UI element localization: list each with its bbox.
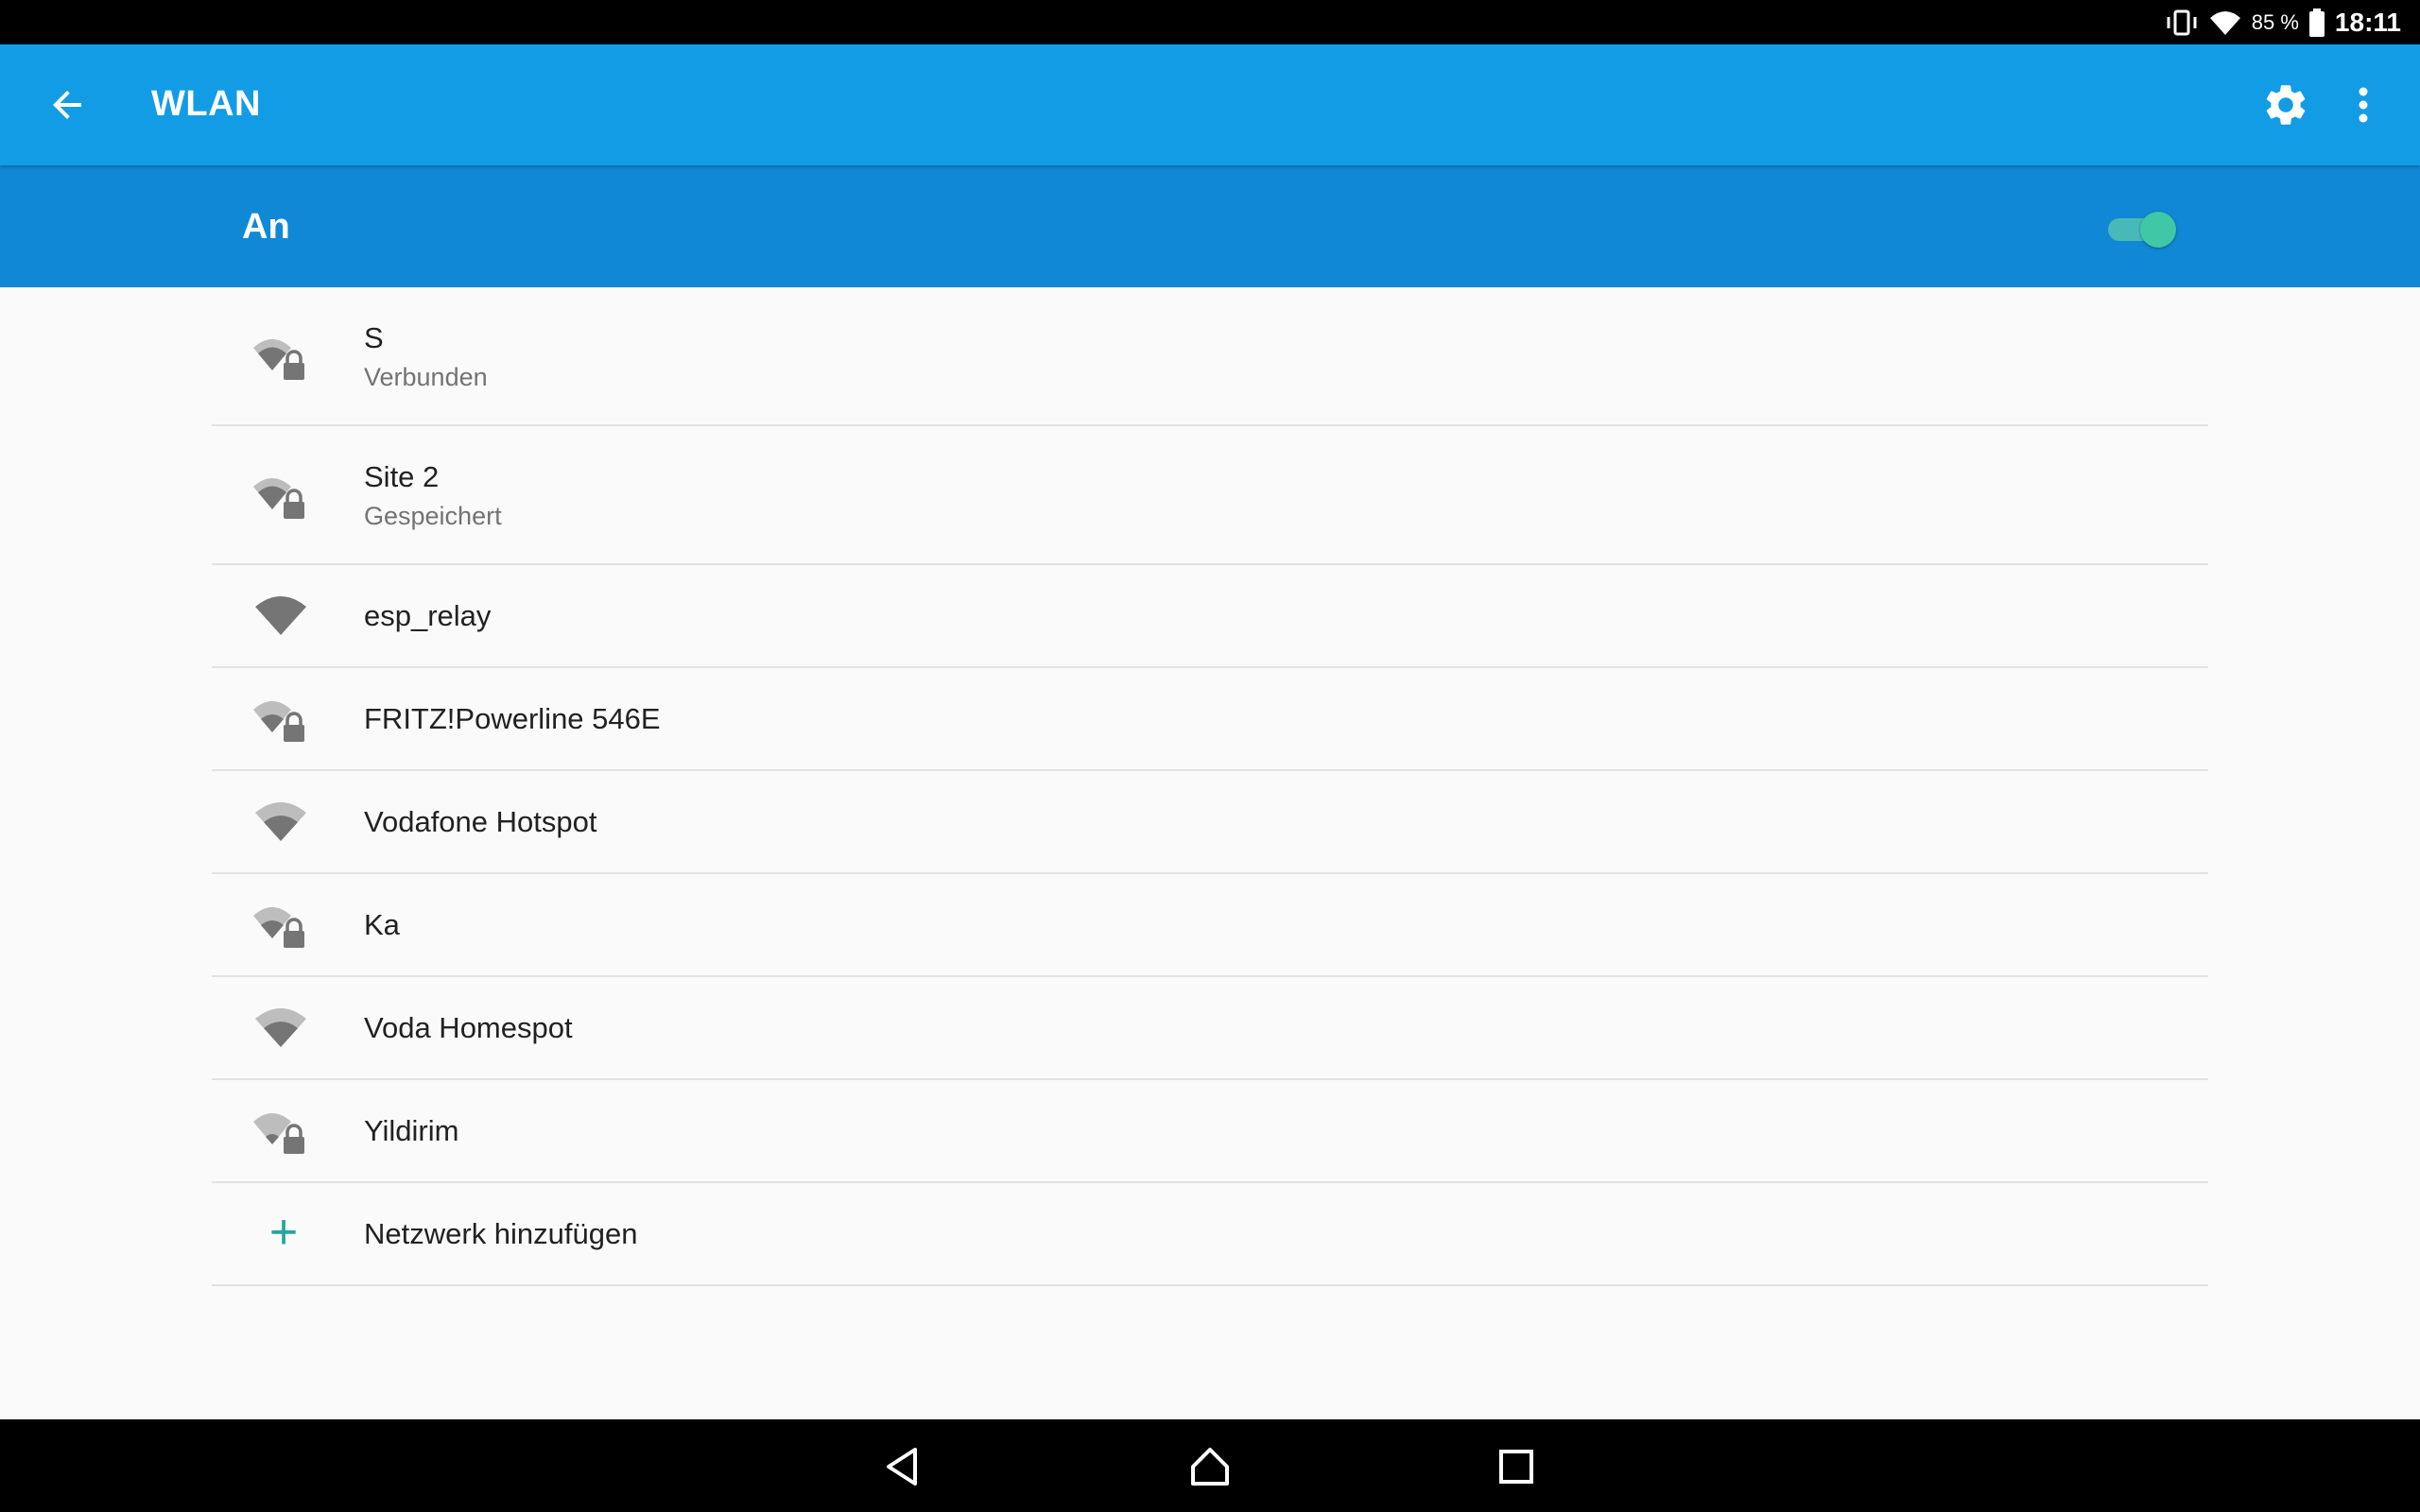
toggle-thumb [2140,212,2176,248]
network-row[interactable]: esp_relay [212,565,2208,668]
wlan-toggle[interactable] [2108,211,2176,248]
network-row[interactable]: FRITZ!Powerline 546E [212,668,2208,771]
plus-icon: + [268,1205,299,1260]
wifi-lock-icon [253,478,304,519]
battery-percent: 85 % [2251,9,2299,34]
wifi-lock-icon [253,339,304,380]
app-bar: WLAN [0,44,2420,165]
network-name: Voda Homespot [364,1011,573,1044]
network-row[interactable]: Yildirim [212,1080,2208,1183]
page-title: WLAN [151,84,261,124]
back-arrow-icon[interactable] [45,82,91,128]
network-row[interactable]: Vodafone Hotspot [212,771,2208,874]
clock: 18:11 [2334,7,2401,37]
network-row[interactable]: Ka [212,874,2208,977]
network-status: Gespeichert [364,502,502,530]
network-status: Verbunden [364,363,488,391]
battery-icon [2308,8,2325,37]
wifi-lock-icon [253,701,304,742]
network-name: Yildirim [364,1114,459,1147]
network-name: Site 2 [364,460,440,493]
network-name: Ka [364,908,400,941]
wifi-icon [2209,10,2240,35]
add-network-label: Netzwerk hinzufügen [364,1217,638,1250]
network-row[interactable]: Site 2 Gespeichert [212,426,2208,565]
wifi-lock-icon [253,907,304,948]
wifi-medium-icon [255,802,306,841]
wlan-master-switch-bar[interactable]: An [0,165,2420,287]
add-network-row[interactable]: + Netzwerk hinzufügen [212,1183,2208,1286]
wifi-full-icon [255,596,306,635]
nav-recents-icon[interactable] [1492,1442,1541,1491]
status-icons: 85 % 18:11 [2165,0,2401,44]
navigation-bar [0,1419,2420,1512]
status-bar: 85 % 18:11 [0,0,2420,44]
network-row[interactable]: S Verbunden [212,287,2208,426]
nav-home-icon[interactable] [1185,1442,1235,1491]
network-name: esp_relay [364,599,492,632]
network-name: FRITZ!Powerline 546E [364,702,661,735]
wifi-medium-icon [255,1008,306,1047]
wifi-lock-icon [253,1113,304,1154]
vibrate-icon [2167,9,2197,35]
switch-label: An [242,207,290,247]
gear-icon[interactable] [2261,80,2310,129]
network-name: Vodafone Hotspot [364,805,597,838]
more-vert-icon[interactable] [2341,80,2386,129]
network-list: S Verbunden Site 2 Gespeichert esp_relay… [212,287,2208,1286]
network-row[interactable]: Voda Homespot [212,977,2208,1080]
nav-back-icon[interactable] [879,1442,928,1491]
network-name: S [364,321,384,354]
